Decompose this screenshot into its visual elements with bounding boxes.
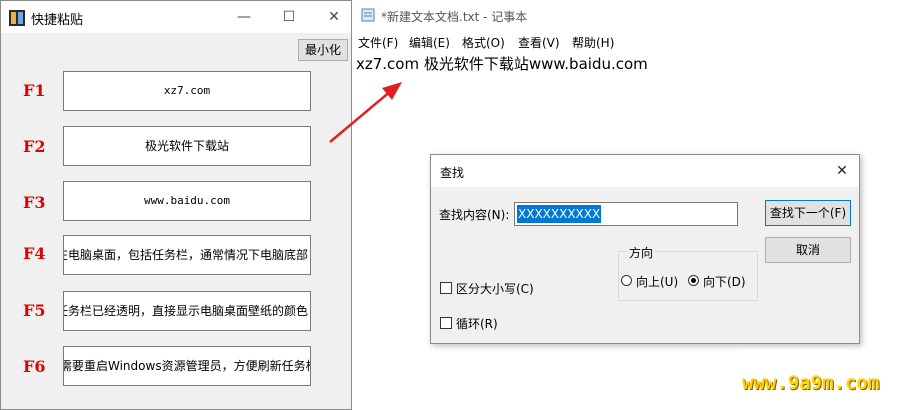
match-case-checkbox[interactable] <box>440 282 452 294</box>
f2-label: F2 <box>23 137 46 156</box>
minimize-icon[interactable]: — <box>229 7 259 27</box>
cancel-button[interactable]: 取消 <box>765 237 851 263</box>
find-what-value: XXXXXXXXXX <box>517 205 602 223</box>
menu-file[interactable]: 文件(F) <box>358 34 398 51</box>
find-what-label: 查找内容(N): <box>439 208 510 222</box>
menu-view[interactable]: 查看(V) <box>518 34 560 51</box>
find-dialog: 查找 ✕ 查找内容(N): XXXXXXXXXX 查找下一个(F) 取消 方向 … <box>430 154 860 344</box>
find-titlebar[interactable]: 查找 ✕ <box>431 155 859 187</box>
close-icon[interactable]: ✕ <box>829 161 855 181</box>
up-label[interactable]: 向上(U) <box>636 273 678 290</box>
notepad-icon <box>361 8 375 22</box>
red-arrow-icon <box>329 82 402 143</box>
f6-field[interactable]: 需要重启Windows资源管理员，方便刷新任务栏 <box>63 346 311 386</box>
match-case-label[interactable]: 区分大小写(C) <box>456 280 534 297</box>
down-label[interactable]: 向下(D) <box>703 273 746 290</box>
notepad-title: *新建文本文档.txt - 记事本 <box>381 10 528 24</box>
f4-field[interactable]: 在电脑桌面，包括任务栏，通常情况下电脑底部 <box>63 235 311 275</box>
f2-field[interactable]: 极光软件下载站 <box>63 126 311 166</box>
find-next-button[interactable]: 查找下一个(F) <box>765 200 851 226</box>
quickpaste-window: 快捷粘贴 — ☐ ✕ 最小化 F1 xz7.com F2 极光软件下载站 F3 … <box>0 0 352 410</box>
maximize-icon[interactable]: ☐ <box>274 7 304 27</box>
f5-label: F5 <box>23 301 46 320</box>
wrap-label[interactable]: 循环(R) <box>456 315 498 332</box>
watermark: www.9a9m.com <box>742 372 880 394</box>
f1-label: F1 <box>23 81 46 100</box>
menu-format[interactable]: 格式(O) <box>462 34 505 51</box>
f6-value: 需要重启Windows资源管理员，方便刷新任务栏 <box>63 359 311 373</box>
window-title: 快捷粘贴 <box>31 13 84 28</box>
quickpaste-titlebar[interactable]: 快捷粘贴 — ☐ ✕ <box>1 1 351 33</box>
app-icon <box>9 10 25 26</box>
up-radio[interactable] <box>621 275 632 286</box>
menu-edit[interactable]: 编辑(E) <box>409 34 450 51</box>
find-what-input[interactable]: XXXXXXXXXX <box>514 202 738 226</box>
find-dialog-title: 查找 <box>440 166 465 180</box>
f1-field[interactable]: xz7.com <box>63 71 311 111</box>
menu-help[interactable]: 帮助(H) <box>572 34 614 51</box>
minimize-button[interactable]: 最小化 <box>298 39 348 61</box>
close-icon[interactable]: ✕ <box>319 7 349 27</box>
f3-label: F3 <box>23 193 46 212</box>
f6-label: F6 <box>23 357 46 376</box>
f3-field[interactable]: www.baidu.com <box>63 181 311 221</box>
down-radio[interactable] <box>688 275 699 286</box>
f4-value: 在电脑桌面，包括任务栏，通常情况下电脑底部 <box>63 248 309 262</box>
f5-field[interactable]: 任务栏已经透明，直接显示电脑桌面壁纸的颜色 <box>63 291 311 331</box>
f4-label: F4 <box>23 244 46 263</box>
f5-value: 任务栏已经透明，直接显示电脑桌面壁纸的颜色 <box>63 304 309 318</box>
direction-label: 方向 <box>627 244 656 261</box>
wrap-checkbox[interactable] <box>440 317 452 329</box>
